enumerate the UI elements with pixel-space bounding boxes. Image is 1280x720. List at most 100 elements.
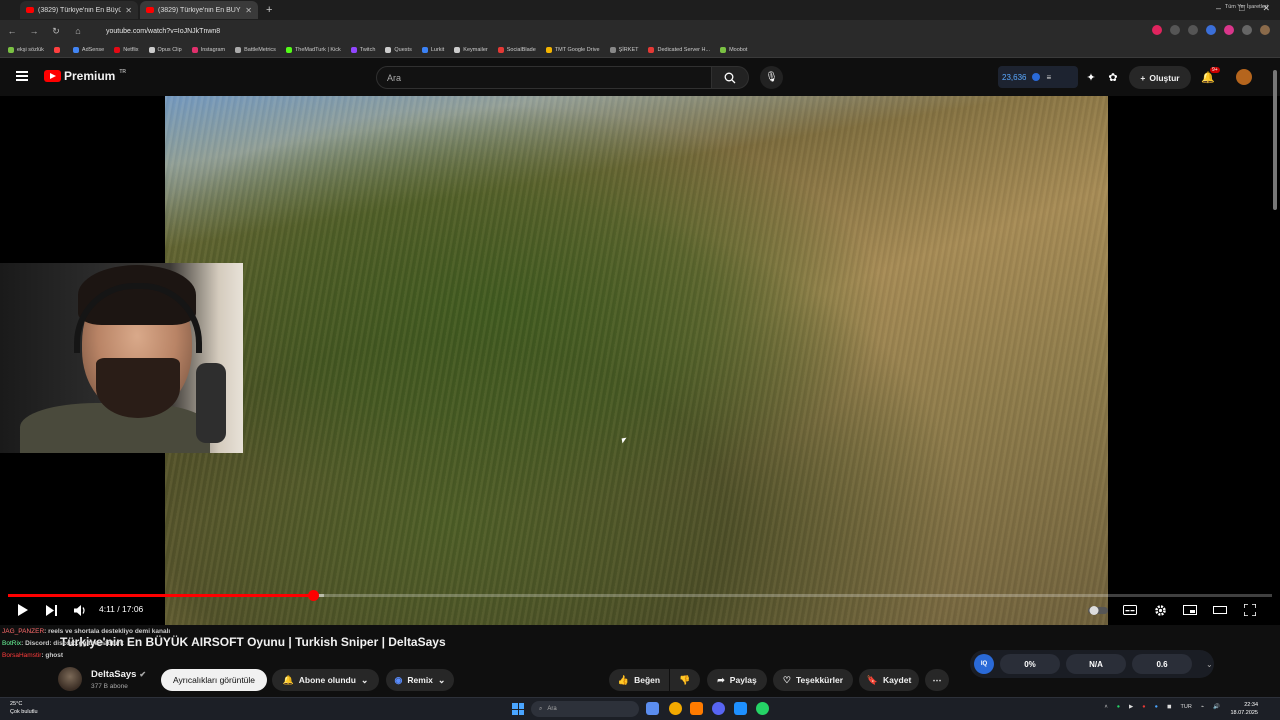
system-clock[interactable]: 22:34 18.07.2025 [1230,701,1258,717]
start-button-icon[interactable] [512,703,524,715]
bookmark-item[interactable]: Dedicated Server H... [648,46,710,53]
all-bookmarks-link[interactable]: Tüm Yer İşaretleri [1225,4,1268,10]
vlc-icon[interactable] [690,702,703,715]
view-perks-button[interactable]: Ayrıcalıkları görüntüle [161,669,267,691]
share-button[interactable]: ➦ Paylaş [707,669,767,691]
tray-app-icon[interactable]: ▶ [1129,704,1133,710]
theater-mode-button[interactable] [1212,602,1228,618]
task-view-icon[interactable] [646,702,659,715]
scrollbar-thumb[interactable] [1273,70,1277,210]
webcam-microphone [196,363,226,443]
volume-button[interactable] [72,602,88,618]
chevron-down-icon[interactable]: ⌄ [1206,660,1213,669]
profile-avatar-icon[interactable] [1260,25,1270,35]
bookmark-item[interactable]: Instagram [191,46,225,53]
close-tab-icon[interactable]: ✕ [125,6,132,15]
extensions-puzzle-icon[interactable] [1242,25,1252,35]
extension-badge-icon[interactable]: IQ [974,654,994,674]
settings-button[interactable] [1152,602,1168,618]
dislike-button[interactable]: 👎 [670,669,700,691]
app-icon[interactable] [734,702,747,715]
new-tab-button[interactable]: + [260,4,278,16]
search-input[interactable]: Ara [376,66,712,89]
tray-app-icon[interactable]: ◼ [1167,704,1172,710]
progress-bar[interactable] [8,590,1272,601]
back-icon[interactable]: ← [6,26,18,36]
video-frame[interactable] [165,96,1108,625]
bookmark-favicon-icon [114,46,121,53]
browser-tab-1[interactable]: (3829) Türkiye'nin En Büyük Airsoft ✕ [20,1,138,19]
save-button[interactable]: 🔖 Kaydet [859,669,919,691]
zoom-icon[interactable] [1170,25,1180,35]
search-button[interactable] [711,66,749,89]
fullscreen-button[interactable] [1242,602,1258,618]
bookmark-star-icon[interactable] [1188,25,1198,35]
home-icon[interactable]: ⌂ [72,26,84,36]
video-player[interactable] [0,96,1280,625]
youtube-premium-logo[interactable]: Premium TR [44,69,126,83]
browser-tab-2[interactable]: (3829) Türkiye'nin En BÜYÜK AIRSOFT ✕ [140,1,258,19]
subscribed-button[interactable]: 🔔 Abone olundu ⌄ [272,669,379,691]
extension-icon[interactable] [1206,25,1216,35]
channel-avatar[interactable] [58,667,82,691]
taskbar-search[interactable]: ⌕ Ara [531,701,639,717]
remix-button[interactable]: ◉ Remix ⌄ [386,669,454,691]
menu-icon[interactable] [16,71,28,81]
language-indicator[interactable]: TUR [1181,704,1192,710]
bookmark-item[interactable] [53,46,63,53]
bookmark-item[interactable]: Opus Clip [148,46,182,53]
channel-name[interactable]: DeltaSays [91,669,136,680]
forward-icon[interactable]: → [28,26,40,36]
channel-name-row[interactable]: DeltaSays ✔ [91,669,146,680]
chat-message: JAG_PANZER: reels ve shortala destekliyo… [2,626,170,638]
play-button[interactable] [14,602,30,618]
gamepad-icon[interactable]: ✿ [1106,71,1120,85]
bookmark-item[interactable]: Netflix [114,46,139,53]
tray-chevron-icon[interactable]: ˄ [1105,704,1108,710]
bookmark-item[interactable]: SocialBlade [497,46,536,53]
extension-icon[interactable] [1224,25,1234,35]
bookmark-item[interactable]: ŞİRKET [609,46,638,53]
gear-icon [1154,604,1166,616]
autoplay-toggle[interactable] [1087,602,1109,618]
next-button[interactable] [44,602,60,618]
thanks-button[interactable]: ♡ Teşekkürler [773,669,853,691]
like-button[interactable]: 👍 Beğen [609,669,669,691]
miniplayer-button[interactable] [1182,602,1198,618]
close-tab-icon[interactable]: ✕ [245,6,252,15]
address-bar[interactable]: youtube.com/watch?v=IoJNJkTnwn8 [106,28,220,35]
notifications-bell-icon[interactable]: 🔔 [1201,71,1215,85]
bookmark-item[interactable]: Lurkit [421,46,444,53]
bookmark-item[interactable]: Twitch [350,46,375,53]
minimize-button[interactable]: – [1216,3,1221,14]
create-button[interactable]: + Oluştur [1129,66,1191,89]
bookmark-item[interactable]: Moobot [720,46,747,53]
bookmark-item[interactable]: TMT Google Drive [545,46,600,53]
account-avatar[interactable] [1236,69,1252,85]
discord-icon[interactable] [712,702,725,715]
bookmark-item[interactable]: TheMadTurk | Kick [285,46,341,53]
chrome-icon[interactable] [669,702,682,715]
voice-search-button[interactable]: 🎙 [760,66,783,89]
counter-widget[interactable]: 23,636 ≡ [998,66,1078,88]
extension-icon[interactable] [1152,25,1162,35]
autoplay-icon [1088,605,1108,615]
reload-icon[interactable]: ↻ [50,26,62,37]
volume-icon [73,604,85,616]
more-actions-button[interactable]: ⋯ [925,669,949,691]
bookmark-item[interactable]: Quests [385,46,412,53]
bookmark-item[interactable]: Keymailer [454,46,488,53]
network-icon[interactable]: ⌁ [1201,704,1204,710]
weather-widget[interactable]: 25°C Çok bulutlu [10,700,38,716]
extension-icon[interactable]: ✦ [1084,71,1098,85]
whatsapp-icon[interactable] [756,702,769,715]
subtitles-button[interactable] [1122,602,1138,618]
bookmark-item[interactable]: BattleMetrics [235,46,276,53]
bookmark-item[interactable]: AdSense [72,46,104,53]
webcam-beard [96,358,180,418]
tray-app-icon[interactable]: ● [1117,704,1120,710]
bookmark-item[interactable]: ekşi sözlük [8,46,44,53]
tray-app-icon[interactable]: ● [1142,704,1145,710]
tray-app-icon[interactable]: ● [1155,704,1158,710]
speaker-icon[interactable]: 🔊 [1213,704,1220,710]
